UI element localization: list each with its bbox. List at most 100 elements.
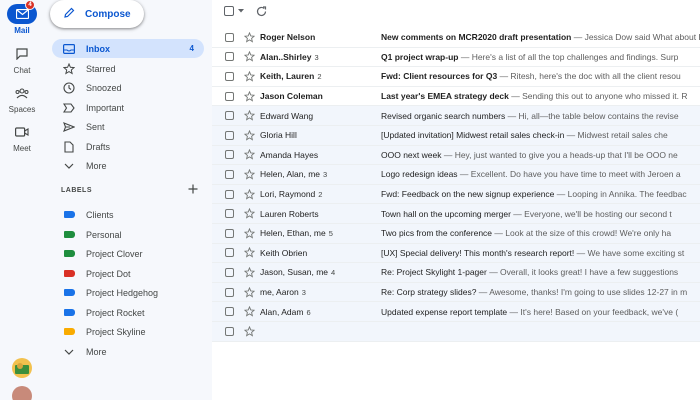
row-checkbox[interactable] [225, 169, 234, 179]
refresh-icon[interactable] [256, 5, 267, 17]
star-icon[interactable] [244, 208, 256, 219]
table-row[interactable]: Alan, Adam 6 Updated expense report templa… [212, 302, 700, 322]
row-checkbox[interactable] [225, 248, 234, 258]
table-row[interactable]: Helen, Alan, me 3 Logo redesign ideas — Ex… [212, 165, 700, 185]
star-icon[interactable] [244, 286, 256, 298]
label-project-rocket[interactable]: Project Rocket [52, 303, 204, 322]
select-dropdown-icon[interactable] [238, 9, 244, 13]
sender: Jason, Susan, me 4 [260, 267, 378, 277]
table-row[interactable]: Helen, Ethan, me 5 Two pics from the confe… [212, 224, 700, 244]
star-icon[interactable] [244, 51, 256, 62]
sender: Lauren Roberts [260, 209, 378, 219]
label-project-hedgehog[interactable]: Project Hedgehog [52, 283, 204, 302]
table-row[interactable]: Gloria Hill [Updated invitation] Midwest … [212, 126, 700, 146]
snippet: — We have some exciting st [574, 247, 685, 258]
table-row[interactable]: Alan..Shirley 3 Q1 project wrap-up — Here'… [212, 48, 700, 68]
row-checkbox[interactable] [225, 111, 234, 121]
row-checkbox[interactable] [225, 307, 234, 317]
row-checkbox[interactable] [225, 209, 234, 219]
rail-meet[interactable]: Meet [0, 122, 44, 153]
label-name: Project Clover [86, 248, 143, 259]
label-tag-icon [62, 228, 76, 242]
star-icon[interactable] [244, 168, 256, 180]
row-checkbox[interactable] [225, 189, 234, 199]
important-icon [62, 101, 76, 115]
label-project-skyline[interactable]: Project Skyline [52, 322, 204, 341]
label-personal[interactable]: Personal [52, 225, 204, 244]
thread-count: 3 [301, 288, 306, 298]
label-clients[interactable]: Clients [52, 205, 204, 224]
rail-spaces[interactable]: Spaces [0, 83, 44, 114]
nav-drafts-label: Drafts [86, 141, 111, 152]
sender: Edward Wang [260, 111, 378, 121]
nav-sent[interactable]: Sent [52, 117, 204, 136]
sender: Gloria Hill [260, 130, 378, 140]
thread-count: 2 [317, 72, 322, 82]
sender-name: Keith Obrien [260, 247, 308, 258]
snippet: — Hey, just wanted to give you a heads-u… [441, 149, 678, 160]
table-row[interactable]: Edward Wang Revised organic search number… [212, 106, 700, 126]
star-icon[interactable] [244, 306, 256, 317]
message-line: Fwd: Client resources for Q3 — Ritesh, h… [381, 71, 700, 81]
table-row[interactable]: Roger Nelson New comments on MCR2020 draf… [212, 28, 700, 48]
label-project-dot[interactable]: Project Dot [52, 264, 204, 283]
thread-count: 5 [328, 229, 333, 239]
message-line: Last year's EMEA strategy deck — Sending… [381, 91, 700, 101]
row-checkbox[interactable] [225, 326, 234, 336]
row-checkbox[interactable] [225, 130, 234, 140]
table-row[interactable]: Lauren Roberts Town hall on the upcoming … [212, 204, 700, 224]
star-icon[interactable] [244, 247, 256, 258]
nav-more[interactable]: More [52, 156, 204, 175]
row-checkbox[interactable] [225, 71, 234, 81]
table-row[interactable]: Keith Obrien [UX] Special delivery! This … [212, 243, 700, 264]
row-checkbox[interactable] [225, 150, 234, 160]
row-checkbox[interactable] [225, 52, 234, 62]
rail-chat[interactable]: Chat [0, 44, 44, 75]
app-avatar[interactable] [12, 358, 32, 378]
nav-starred[interactable]: Starred [52, 59, 204, 78]
labels-more[interactable]: More [52, 342, 204, 361]
star-icon[interactable] [244, 70, 256, 82]
table-row[interactable]: Lori, Raymond 2 Fwd: Feedback on the new s… [212, 184, 700, 205]
message-line: Two pics from the conference — Look at t… [381, 228, 700, 238]
star-icon[interactable] [244, 266, 256, 278]
rail-mail[interactable]: 4 Mail [0, 0, 44, 35]
account-avatar[interactable] [12, 386, 32, 400]
star-icon[interactable] [244, 31, 256, 43]
star-icon[interactable] [244, 110, 256, 121]
table-row[interactable]: me, Aaron 3 Re: Corp strategy slides? — Aw… [212, 282, 700, 303]
star-icon[interactable] [244, 227, 256, 239]
label-project-clover[interactable]: Project Clover [52, 244, 204, 263]
star-icon[interactable] [244, 325, 256, 337]
rail-mail-label: Mail [14, 26, 30, 35]
star-icon [62, 62, 76, 76]
star-icon[interactable] [244, 129, 256, 141]
star-icon[interactable] [244, 149, 256, 160]
snippet: — Overall, it looks great! I have a few … [486, 267, 679, 278]
compose-button[interactable]: Compose [50, 0, 144, 28]
nav-inbox[interactable]: Inbox 4 [52, 39, 204, 58]
table-row[interactable]: Amanda Hayes OOO next week — Hey, just wa… [212, 145, 700, 166]
row-checkbox[interactable] [225, 91, 234, 101]
message-line: Q1 project wrap-up — Here's a list of al… [381, 52, 700, 62]
row-checkbox[interactable] [225, 228, 234, 238]
snippet: — Sending this out to anyone who missed … [508, 91, 688, 102]
add-label-icon[interactable] [186, 182, 200, 196]
nav-snoozed[interactable]: Snoozed [52, 78, 204, 97]
star-icon[interactable] [244, 188, 256, 200]
chevron-down-icon [62, 159, 76, 173]
labels-heading: LABELS [61, 187, 92, 194]
row-checkbox[interactable] [225, 287, 234, 297]
table-row[interactable]: Jason, Susan, me 4 Re: Project Skylight 1-… [212, 263, 700, 283]
star-icon[interactable] [244, 90, 256, 102]
row-checkbox[interactable] [225, 267, 234, 277]
inbox-icon [62, 42, 76, 56]
nav-drafts[interactable]: Drafts [52, 137, 204, 156]
table-row[interactable]: Jason Coleman Last year's EMEA strategy d… [212, 87, 700, 107]
row-checkbox[interactable] [225, 32, 234, 42]
nav-important[interactable]: Important [52, 98, 204, 117]
table-row[interactable] [212, 322, 700, 342]
select-all-checkbox[interactable] [224, 6, 234, 16]
chevron-down-icon [62, 345, 76, 359]
table-row[interactable]: Keith, Lauren 2 Fwd: Client resources for … [212, 67, 700, 87]
